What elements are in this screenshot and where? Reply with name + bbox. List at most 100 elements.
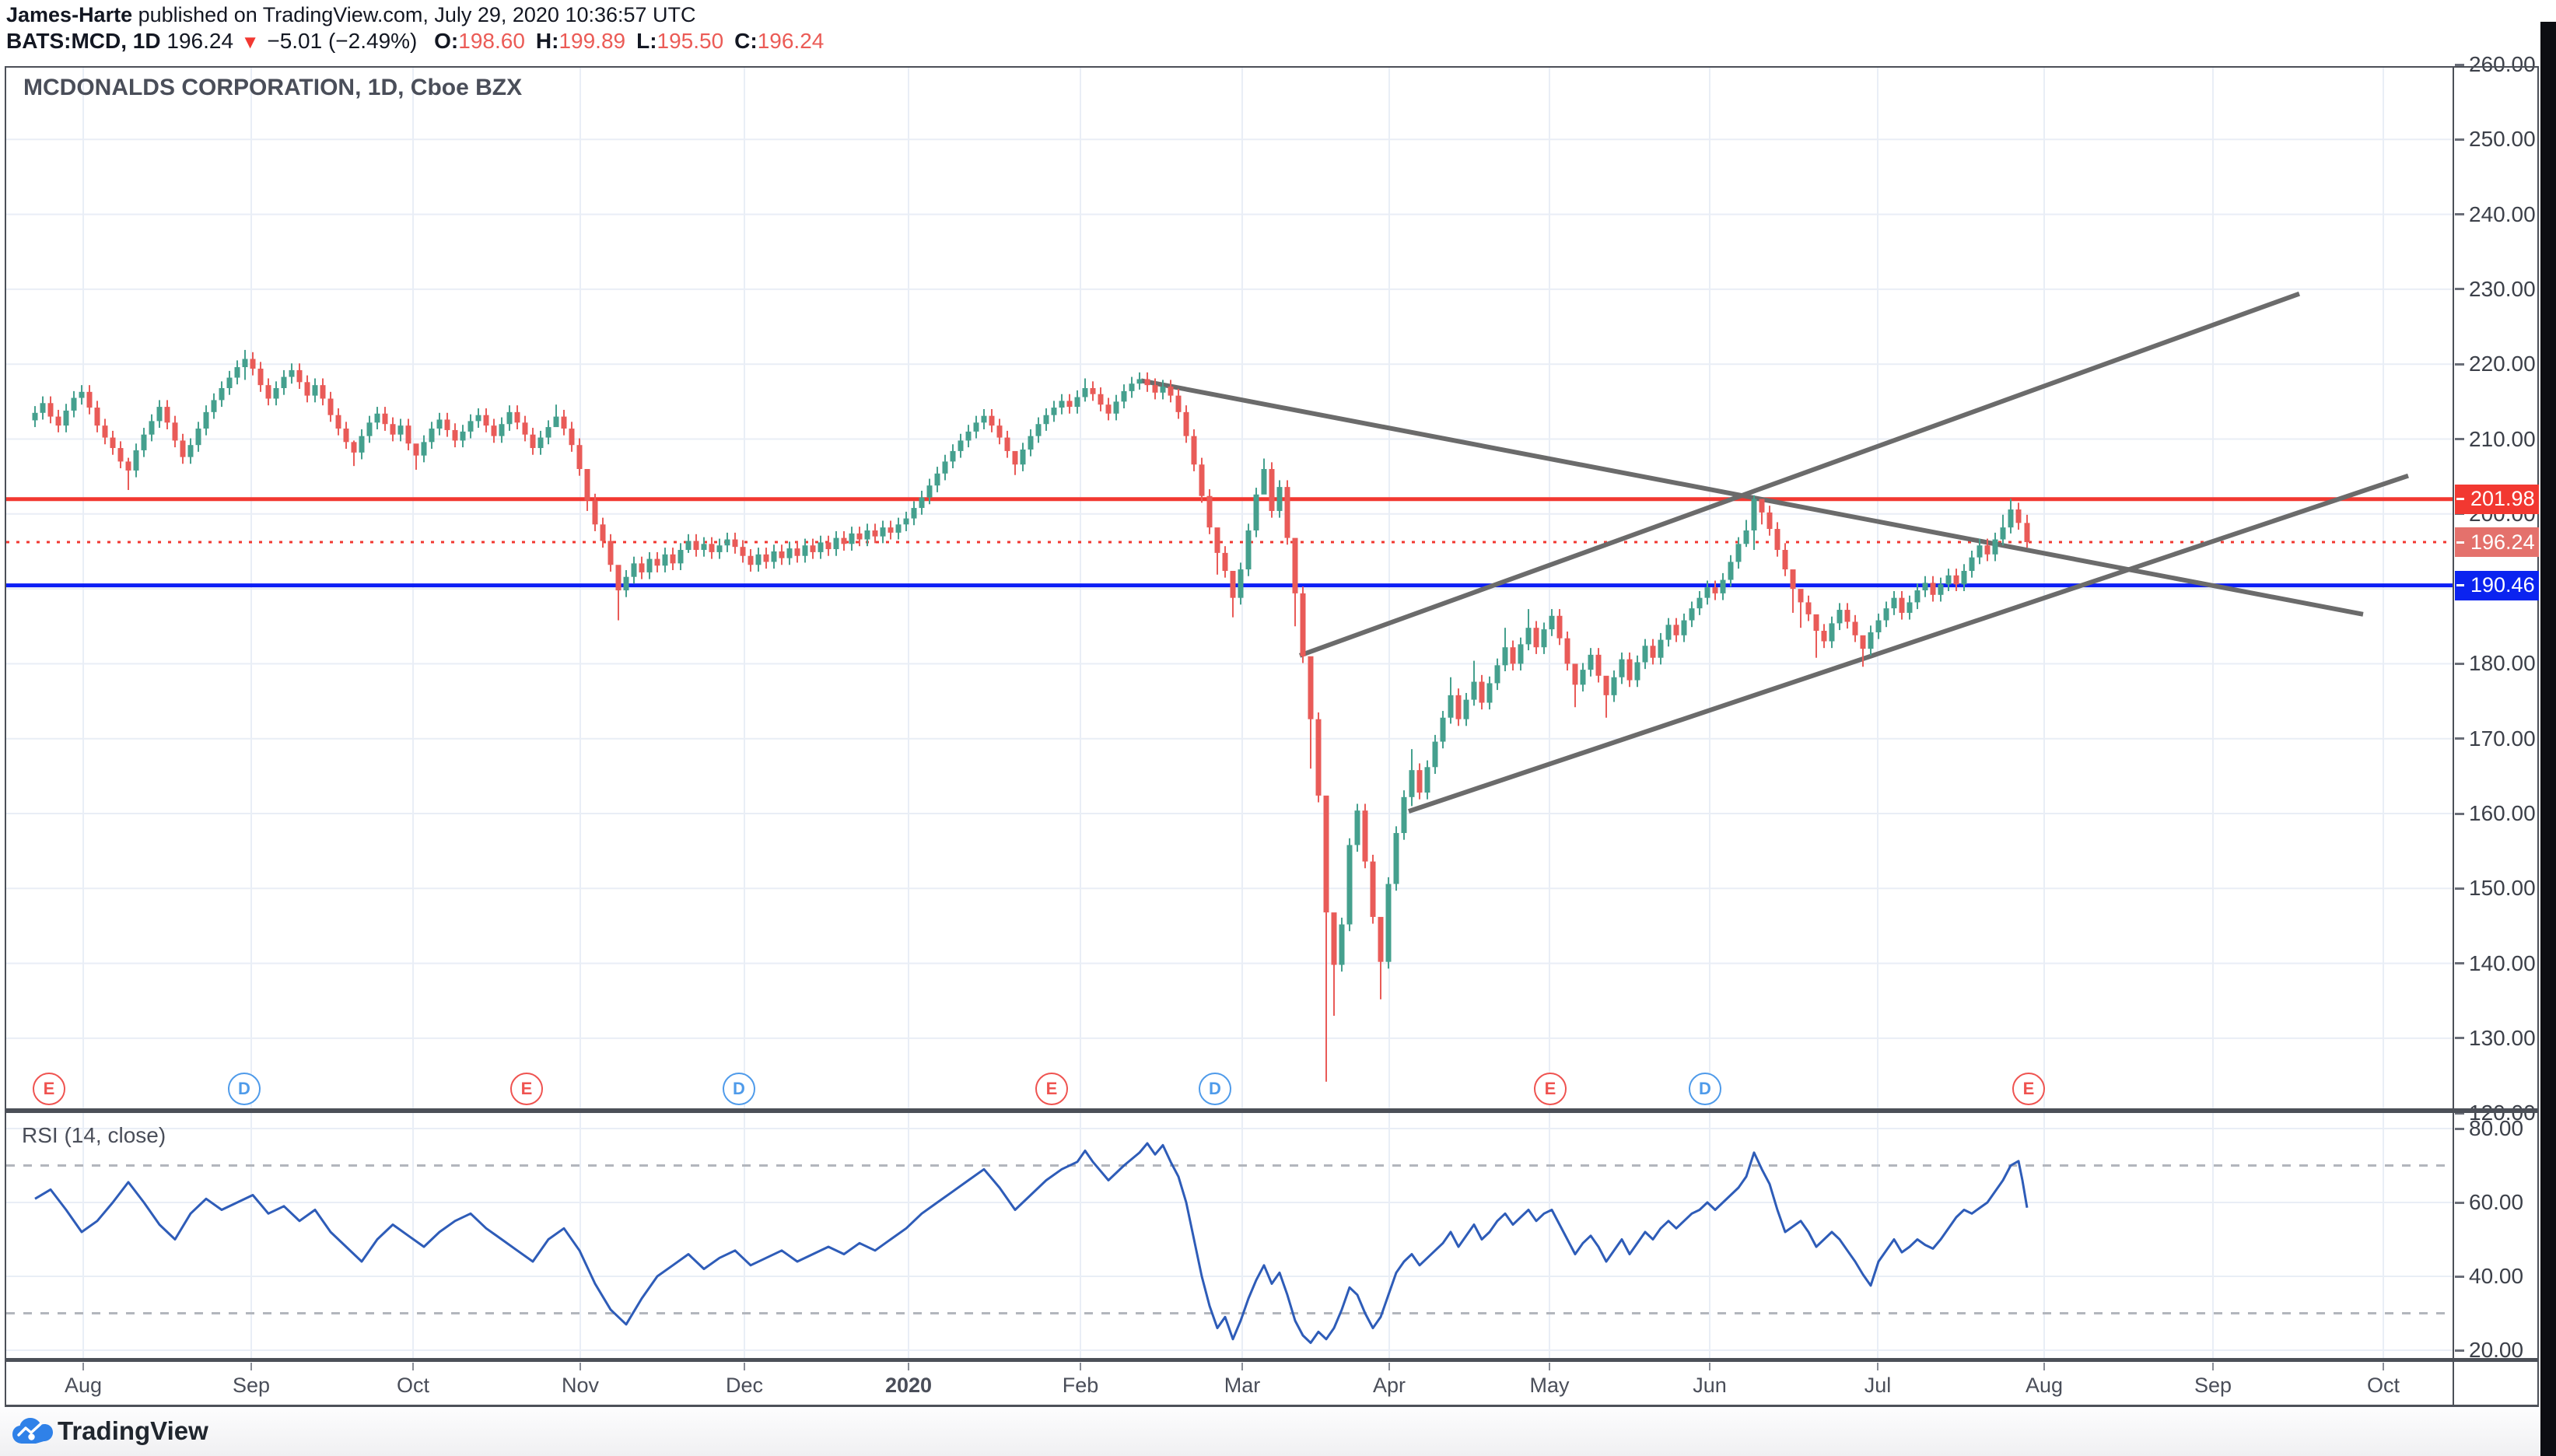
candle-body	[118, 448, 124, 461]
candle-body	[709, 544, 715, 552]
candle-body	[352, 442, 357, 452]
time-tick-mark	[2383, 1363, 2384, 1370]
dividend-marker[interactable]: D	[1199, 1073, 1231, 1105]
badge-price-text: 201.98	[2470, 487, 2535, 511]
candle-body	[1192, 436, 1197, 465]
candle-body	[1301, 593, 1306, 656]
month-label[interactable]: Jun	[1693, 1374, 1727, 1398]
month-label[interactable]: Oct	[2367, 1374, 2400, 1398]
footer-brand[interactable]: TradingView	[58, 1416, 208, 1446]
month-label[interactable]: 2020	[885, 1374, 932, 1398]
candle-body	[1596, 655, 1602, 676]
earnings-marker[interactable]: E	[33, 1073, 65, 1105]
price-chart-canvas[interactable]	[0, 0, 2556, 1456]
rsi-tick-mark	[2455, 1276, 2464, 1278]
candle-body	[772, 551, 777, 562]
badge-price-text: 190.46	[2470, 573, 2535, 597]
candle-body	[212, 400, 217, 411]
candle-body	[523, 422, 528, 434]
candle-body	[1176, 396, 1182, 412]
candle-body	[328, 398, 334, 415]
candle-body	[1697, 598, 1703, 608]
time-tick-mark	[2043, 1363, 2045, 1370]
candle-body	[1627, 660, 1633, 681]
candle-body	[1238, 569, 1244, 598]
candle-body	[935, 474, 940, 485]
month-label[interactable]: Sep	[2194, 1374, 2232, 1398]
symbol-name[interactable]: BATS:MCD, 1D	[6, 29, 161, 53]
last-price: 196.24	[166, 29, 233, 53]
candle-body	[600, 524, 606, 541]
month-label[interactable]: Mar	[1224, 1374, 1261, 1398]
candle-body	[1635, 662, 1640, 680]
candle-body	[857, 534, 863, 540]
candle-body	[484, 415, 489, 425]
candle-body	[818, 542, 824, 552]
candle-body	[266, 385, 271, 398]
month-label[interactable]: Nov	[562, 1374, 599, 1398]
candle-body	[1378, 917, 1384, 962]
month-label[interactable]: Aug	[65, 1374, 102, 1398]
candle-body	[429, 429, 435, 442]
candle-body	[40, 403, 46, 413]
candle-body	[188, 445, 194, 457]
month-label[interactable]: Oct	[397, 1374, 429, 1398]
candle-body	[1931, 583, 1936, 594]
candle-body	[383, 414, 388, 424]
ohlc-label: O:	[434, 29, 458, 53]
tradingview-logo-icon[interactable]	[12, 1418, 53, 1444]
earnings-marker[interactable]: E	[2012, 1073, 2045, 1105]
pane-separator-main-rsi[interactable]	[5, 1108, 2539, 1113]
month-label[interactable]: Feb	[1063, 1374, 1099, 1398]
month-label[interactable]: Sep	[233, 1374, 270, 1398]
candle-body	[655, 559, 660, 566]
dividend-marker[interactable]: D	[1689, 1073, 1721, 1105]
pane-separator-rsi-timeaxis[interactable]	[5, 1358, 2539, 1362]
byline: James-Harte published on TradingView.com…	[6, 3, 696, 27]
candle-body	[530, 435, 536, 448]
month-label[interactable]: Aug	[2026, 1374, 2063, 1398]
earnings-marker[interactable]: E	[1534, 1073, 1567, 1105]
candle-body	[616, 565, 621, 590]
candle-body	[958, 440, 964, 450]
candle-body	[1767, 513, 1773, 529]
candle-body	[1145, 379, 1150, 385]
candle-body	[1277, 487, 1283, 511]
candle-body	[87, 392, 93, 408]
month-label[interactable]: May	[1529, 1374, 1569, 1398]
candle-body	[1736, 544, 1742, 562]
candle-body	[1907, 602, 1913, 612]
earnings-marker[interactable]: E	[1035, 1073, 1068, 1105]
dividend-marker[interactable]: D	[228, 1073, 261, 1105]
candle-body	[1254, 495, 1259, 530]
ohlc-value: 195.50	[657, 29, 724, 53]
candle-body	[1262, 469, 1267, 495]
candle-body	[756, 555, 762, 565]
dividend-marker[interactable]: D	[723, 1073, 755, 1105]
candle-body	[1044, 415, 1049, 425]
candle-body	[437, 419, 443, 429]
candle-body	[1363, 810, 1368, 861]
time-tick-mark	[1709, 1363, 1710, 1370]
candle-body	[951, 451, 956, 461]
candle-body	[1153, 385, 1158, 393]
time-tick-mark	[579, 1363, 581, 1370]
rsi-legend-title[interactable]: RSI (14, close)	[22, 1123, 166, 1148]
ohlc-readout: O:198.60H:199.89L:195.50C:196.24	[423, 29, 824, 53]
price-change: −5.01 (−2.49%)	[267, 29, 417, 53]
month-label[interactable]: Dec	[726, 1374, 763, 1398]
symbol-row: BATS:MCD, 1D 196.24 ▼ −5.01 (−2.49%) O:1…	[6, 29, 824, 54]
ohlc-label: C:	[734, 29, 758, 53]
candle-body	[1464, 700, 1469, 719]
candle-body	[1456, 695, 1462, 719]
candle-body	[1184, 412, 1189, 436]
candle-body	[694, 541, 699, 550]
candle-body	[2001, 527, 2006, 539]
candle-body	[741, 547, 746, 556]
earnings-marker[interactable]: E	[510, 1073, 543, 1105]
month-label[interactable]: Apr	[1373, 1374, 1406, 1398]
time-tick-mark	[1388, 1363, 1390, 1370]
candle-body	[1845, 610, 1850, 621]
chart-legend-title[interactable]: MCDONALDS CORPORATION, 1D, Cboe BZX	[23, 75, 522, 101]
month-label[interactable]: Jul	[1864, 1374, 1892, 1398]
